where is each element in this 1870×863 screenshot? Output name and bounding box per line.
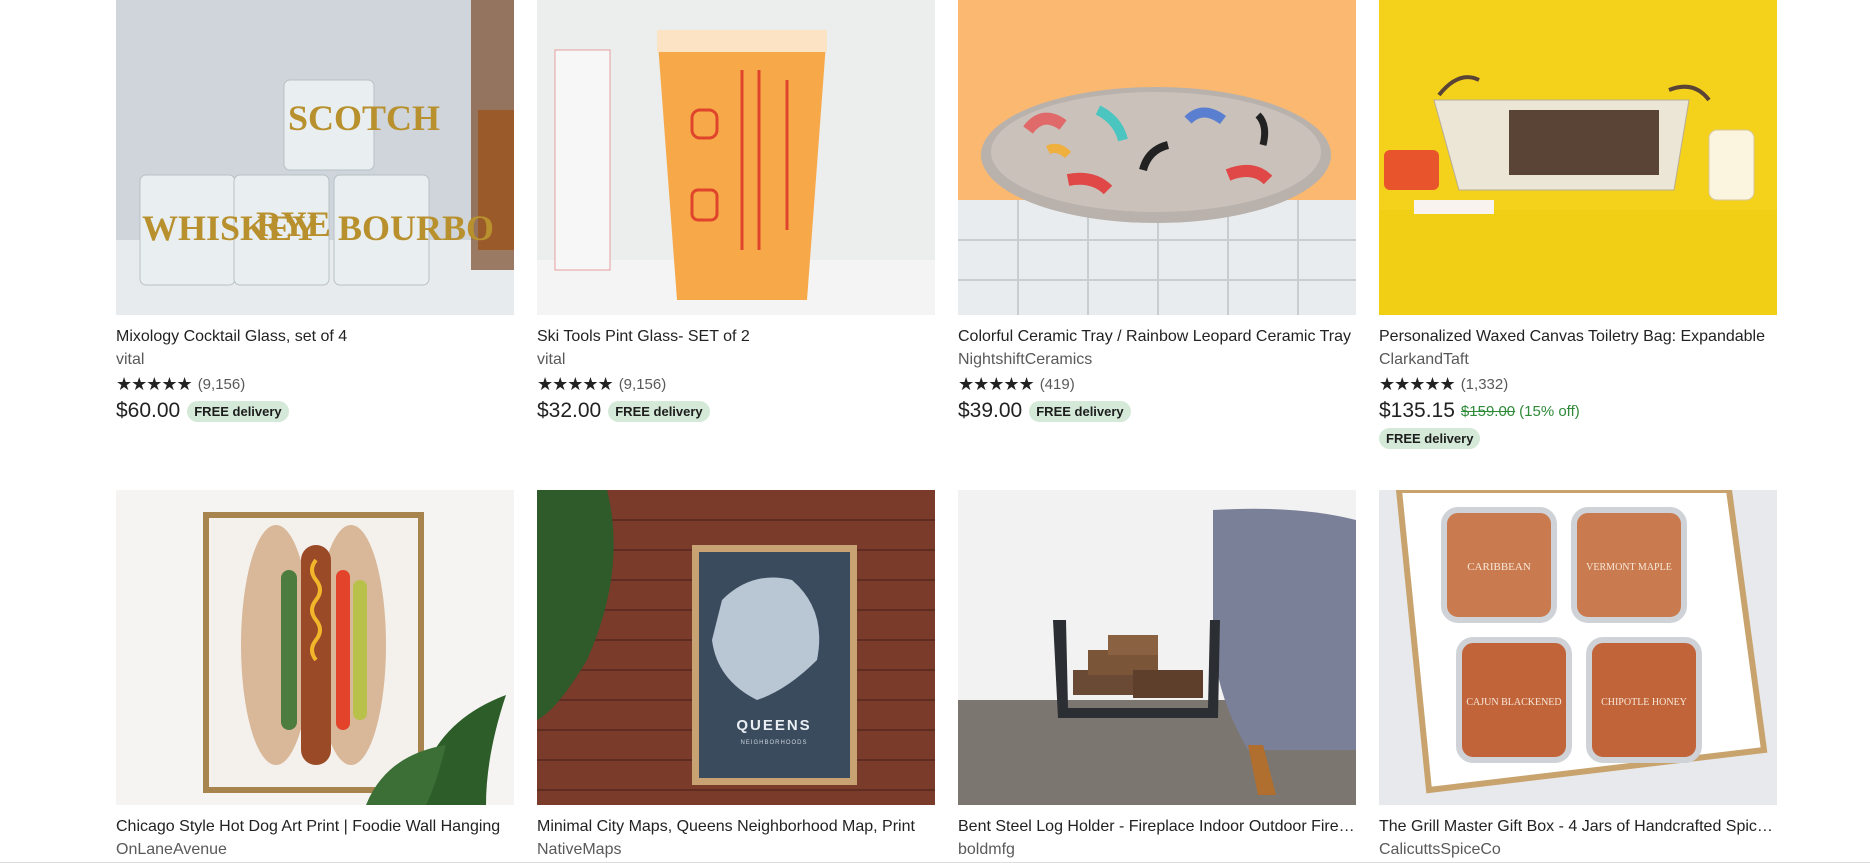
rating: ★★★★★ (1,332) xyxy=(1379,374,1777,394)
listing-card[interactable]: Personalized Waxed Canvas Toiletry Bag: … xyxy=(1379,0,1777,449)
price-row: $39.00 FREE delivery xyxy=(958,399,1356,423)
jar-label-caribbean: CARIBBEAN xyxy=(1467,561,1531,573)
shop-name: vital xyxy=(537,351,566,368)
price: $39.00 xyxy=(958,399,1023,422)
map-subtitle-text: NEIGHBORHOODS xyxy=(740,740,807,746)
shop-name: OnLaneAvenue xyxy=(116,841,227,858)
glass-text-rye: RYE xyxy=(256,204,331,244)
listing-title[interactable]: Colorful Ceramic Tray / Rainbow Leopard … xyxy=(958,327,1356,347)
free-delivery-badge: FREE delivery xyxy=(187,400,289,422)
listing-card[interactable]: SCOTCH WHISKEY RYE BOURBO Mixology Cockt… xyxy=(116,0,514,423)
discount-percent: (15% off) xyxy=(1519,402,1580,420)
listing-title[interactable]: Mixology Cocktail Glass, set of 4 xyxy=(116,327,514,347)
original-price: $159.00 xyxy=(1460,402,1516,420)
price: $60.00 xyxy=(116,399,181,422)
listing-image-cocktail-glasses[interactable]: SCOTCH WHISKEY RYE BOURBO xyxy=(116,0,514,315)
listing-image-toiletry-bag[interactable] xyxy=(1379,0,1777,315)
map-title-text: QUEENS xyxy=(736,717,811,734)
price-row: $60.00 FREE delivery xyxy=(116,399,514,423)
listing-image-pint-glass[interactable] xyxy=(537,0,935,315)
listing-card[interactable]: Chicago Style Hot Dog Art Print | Foodie… xyxy=(116,490,514,860)
shop-name: boldmfg xyxy=(958,841,1015,858)
listing-image-hot-dog-print[interactable] xyxy=(116,490,514,805)
sale-price: $135.15 xyxy=(1379,399,1455,422)
shop-name: vital xyxy=(116,351,145,368)
shop-name: NightshiftCeramics xyxy=(958,351,1093,368)
listing-title[interactable]: Ski Tools Pint Glass- SET of 2 xyxy=(537,327,935,347)
listing-title[interactable]: Chicago Style Hot Dog Art Print | Foodie… xyxy=(116,817,514,837)
star-rating-icon: ★★★★★ xyxy=(1379,374,1456,394)
shop-name: NativeMaps xyxy=(537,841,622,858)
review-count: (9,156) xyxy=(197,375,246,393)
listing-card[interactable]: Colorful Ceramic Tray / Rainbow Leopard … xyxy=(958,0,1356,423)
glass-text-scotch: SCOTCH xyxy=(288,98,440,138)
star-rating-icon: ★★★★★ xyxy=(958,374,1035,394)
listing-card[interactable]: Bent Steel Log Holder - Fireplace Indoor… xyxy=(958,490,1356,860)
listing-card[interactable]: CARIBBEAN VERMONT MAPLE CAJUN BLACKENED … xyxy=(1379,490,1777,860)
free-delivery-badge: FREE delivery xyxy=(1029,400,1131,422)
listing-image-queens-map[interactable]: QUEENS NEIGHBORHOODS xyxy=(537,490,935,805)
rating: ★★★★★ (9,156) xyxy=(537,374,935,394)
shop-name: CalicuttsSpiceCo xyxy=(1379,841,1501,858)
listing-card[interactable]: Ski Tools Pint Glass- SET of 2 vital ★★★… xyxy=(537,0,935,423)
price: $32.00 xyxy=(537,399,602,422)
listing-title[interactable]: Personalized Waxed Canvas Toiletry Bag: … xyxy=(1379,327,1777,347)
jar-label-chipotle: CHIPOTLE HONEY xyxy=(1601,697,1687,708)
price-row: $32.00 FREE delivery xyxy=(537,399,935,423)
listing-card[interactable]: QUEENS NEIGHBORHOODS Minimal City Maps, … xyxy=(537,490,935,860)
listing-title[interactable]: The Grill Master Gift Box - 4 Jars of Ha… xyxy=(1379,817,1777,837)
rating: ★★★★★ (419) xyxy=(958,374,1356,394)
listing-title[interactable]: Bent Steel Log Holder - Fireplace Indoor… xyxy=(958,817,1356,837)
review-count: (419) xyxy=(1039,375,1075,393)
price-row: $135.15 $159.00 (15% off) xyxy=(1379,399,1777,423)
jar-label-vermont-maple: VERMONT MAPLE xyxy=(1586,562,1672,573)
rating: ★★★★★ (9,156) xyxy=(116,374,514,394)
star-rating-icon: ★★★★★ xyxy=(537,374,614,394)
listing-title[interactable]: Minimal City Maps, Queens Neighborhood M… xyxy=(537,817,935,837)
free-delivery-badge: FREE delivery xyxy=(1379,428,1481,449)
glass-text-bourbon: BOURBO xyxy=(338,208,494,248)
review-count: (9,156) xyxy=(618,375,667,393)
star-rating-icon: ★★★★★ xyxy=(116,374,193,394)
listing-image-ceramic-tray[interactable] xyxy=(958,0,1356,315)
listing-image-spice-box[interactable]: CARIBBEAN VERMONT MAPLE CAJUN BLACKENED … xyxy=(1379,490,1777,805)
free-delivery-badge: FREE delivery xyxy=(608,400,710,422)
shop-name: ClarkandTaft xyxy=(1379,351,1469,368)
review-count: (1,332) xyxy=(1460,375,1509,393)
jar-label-cajun: CAJUN BLACKENED xyxy=(1466,697,1561,708)
listing-image-log-holder[interactable] xyxy=(958,490,1356,805)
